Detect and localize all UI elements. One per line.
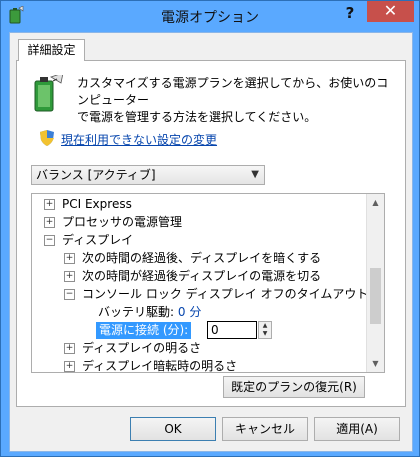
plugged-in-label: 電源に接続 (分): <box>96 322 192 339</box>
tree-node-label: ディスプレイ <box>62 233 134 247</box>
tree-node-pci-express[interactable]: + PCI Express <box>44 196 132 213</box>
power-plan-value: バランス [アクティブ] <box>36 168 156 182</box>
tree-node-label: PCI Express <box>62 197 132 211</box>
close-button[interactable]: ✕ <box>367 1 414 22</box>
battery-label: バッテリ駆動: <box>98 305 175 319</box>
plugged-in-minutes-input[interactable]: 0 <box>207 321 257 339</box>
expand-icon[interactable]: + <box>44 199 55 210</box>
expand-icon[interactable]: + <box>64 361 75 372</box>
expand-icon[interactable]: + <box>64 253 75 264</box>
tree-node-display-brightness[interactable]: + ディスプレイの明るさ <box>64 340 201 357</box>
tree-node-label: コンソール ロック ディスプレイ オフのタイムアウト <box>82 287 369 301</box>
spin-down-icon[interactable]: ▼ <box>259 330 271 338</box>
battery-value[interactable]: 0 分 <box>178 305 201 319</box>
change-unavailable-settings-link[interactable]: 現在利用できない設定の変更 <box>61 131 217 148</box>
help-button[interactable]: ? <box>335 2 365 24</box>
scroll-thumb[interactable] <box>370 268 381 324</box>
power-plan-select[interactable]: バランス [アクティブ] ▼ <box>31 165 265 185</box>
tab-advanced-settings[interactable]: 詳細設定 <box>18 39 85 61</box>
apply-button[interactable]: 適用(A) <box>314 417 400 441</box>
uac-shield-icon <box>40 130 54 146</box>
power-options-window: 電源オプション ? ✕ 詳細設定 カスタマイズする電源プランを選択してから、お使… <box>0 0 420 457</box>
expand-icon[interactable]: + <box>64 271 75 282</box>
chevron-down-icon: ▼ <box>251 169 259 180</box>
tree-node-dim-display-after[interactable]: + 次の時間の経過後、ディスプレイを暗くする <box>64 250 321 267</box>
tree-node-dimmed-brightness[interactable]: + ディスプレイ暗転時の明るさ <box>64 358 238 373</box>
dialog-body: 詳細設定 カスタマイズする電源プランを選択してから、お使いのコンピューター で電… <box>9 32 413 452</box>
restore-default-plan-button[interactable]: 既定のプランの復元(R) <box>223 376 365 398</box>
battery-icon <box>34 75 64 112</box>
expand-icon[interactable]: + <box>44 217 55 228</box>
tree-node-console-lock-timeout[interactable]: − コンソール ロック ディスプレイ オフのタイムアウト <box>64 286 368 303</box>
expand-icon[interactable]: + <box>64 343 75 354</box>
minutes-spinner[interactable]: ▲ ▼ <box>258 321 272 339</box>
tab-panel: カスタマイズする電源プランを選択してから、お使いのコンピューター で電源を管理す… <box>16 60 406 407</box>
title-bar[interactable]: 電源オプション ? ✕ <box>1 1 419 31</box>
tree-node-label: ディスプレイの明るさ <box>82 341 202 355</box>
ok-button[interactable]: OK <box>130 417 216 441</box>
spin-up-icon[interactable]: ▲ <box>259 322 271 330</box>
scroll-down-icon[interactable]: ▼ <box>367 355 384 372</box>
tree-node-display[interactable]: − ディスプレイ <box>44 232 133 249</box>
tree-node-label: 次の時間が経過後ディスプレイの電源を切る <box>82 269 322 283</box>
description-text: カスタマイズする電源プランを選択してから、お使いのコンピューター で電源を管理す… <box>77 76 389 124</box>
collapse-icon[interactable]: − <box>64 289 75 300</box>
scroll-up-icon[interactable]: ▲ <box>367 194 384 211</box>
tree-node-label: 次の時間の経過後、ディスプレイを暗くする <box>82 251 322 265</box>
settings-tree[interactable]: + PCI Express + プロセッサの電源管理 − ディスプレイ + 次の時間の経… <box>31 193 385 373</box>
tree-node-label: ディスプレイ暗転時の明るさ <box>82 359 238 373</box>
battery-setting[interactable]: バッテリ駆動: 0 分 <box>98 304 201 321</box>
tree-node-label: プロセッサの電源管理 <box>62 215 183 229</box>
cancel-button[interactable]: キャンセル <box>222 417 308 441</box>
tree-node-turn-off-display-after[interactable]: + 次の時間が経過後ディスプレイの電源を切る <box>64 268 321 285</box>
tree-node-processor-power[interactable]: + プロセッサの電源管理 <box>44 214 182 231</box>
tree-scrollbar[interactable]: ▲ ▼ <box>366 194 384 372</box>
collapse-icon[interactable]: − <box>44 235 55 246</box>
